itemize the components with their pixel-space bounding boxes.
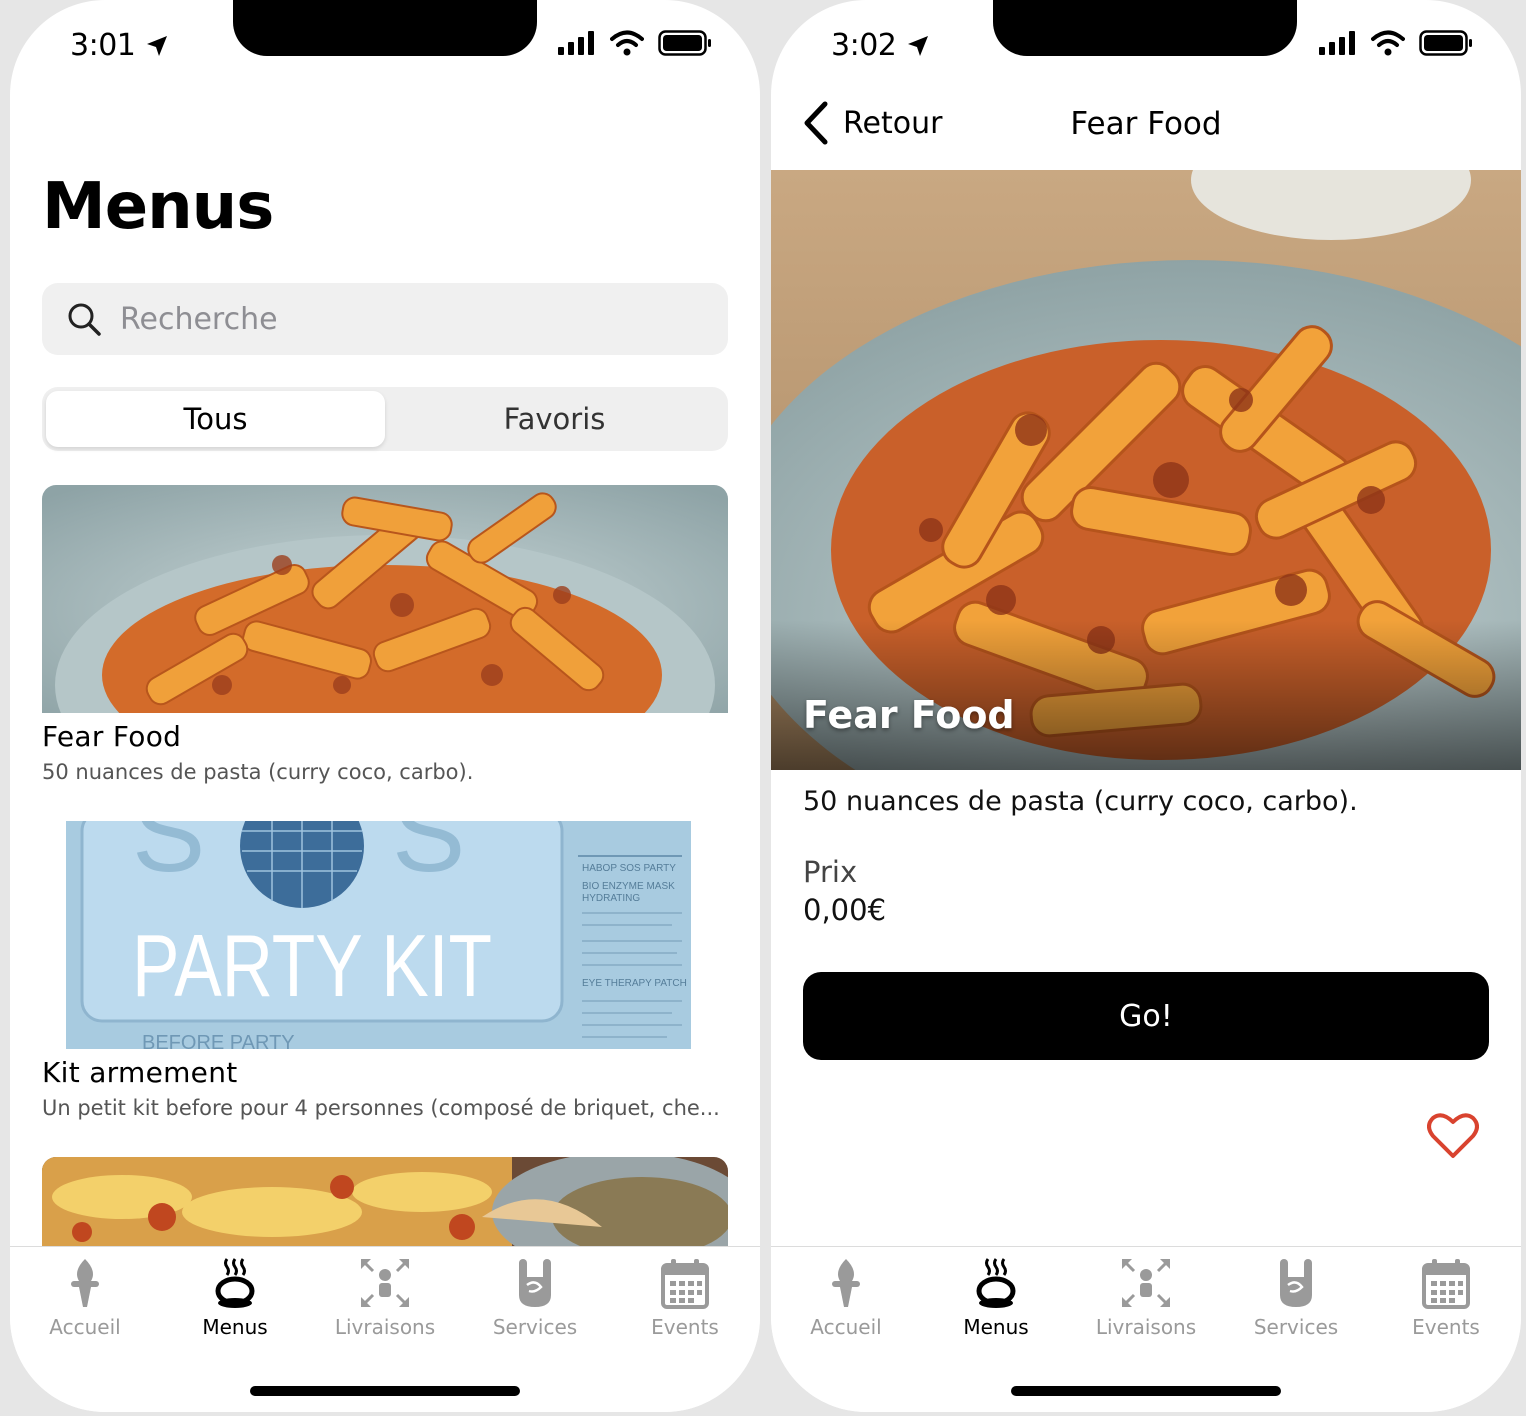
hero-title: Fear Food bbox=[803, 693, 1015, 737]
menu-item-description: 50 nuances de pasta (curry coco, carbo). bbox=[42, 760, 474, 784]
price-label: Prix bbox=[803, 855, 858, 889]
status-time-text: 3:02 bbox=[831, 28, 897, 63]
svg-text:S: S bbox=[392, 821, 465, 895]
phone-screen-menus: 3:01 Menus Recherche Tous Favoris Fear F… bbox=[10, 0, 760, 1412]
wifi-icon bbox=[1371, 30, 1405, 56]
side-line-text: HABOP SOS PARTY bbox=[582, 863, 676, 874]
tab-services[interactable]: Services bbox=[460, 1257, 610, 1339]
tab-livraisons[interactable]: Livraisons bbox=[310, 1257, 460, 1339]
side-line-text: HYDRATING bbox=[582, 893, 640, 904]
tab-label: Events bbox=[651, 1315, 719, 1339]
party-kit-text: PARTY KIT bbox=[132, 916, 492, 1015]
tab-label: Accueil bbox=[49, 1315, 121, 1339]
segment-favorites[interactable]: Favoris bbox=[385, 391, 724, 447]
menu-item-description: Un petit kit before pour 4 personnes (co… bbox=[42, 1096, 720, 1120]
calendar-icon bbox=[661, 1259, 709, 1309]
location-arrow-icon bbox=[908, 35, 929, 56]
menu-item-title[interactable]: Fear Food bbox=[42, 720, 181, 753]
wifi-icon bbox=[610, 30, 644, 56]
search-input[interactable]: Recherche bbox=[42, 283, 728, 355]
status-icons bbox=[558, 30, 712, 56]
signal-icon bbox=[558, 31, 594, 55]
nav-title: Fear Food bbox=[1070, 106, 1222, 142]
menu-item-image-pizza[interactable] bbox=[42, 1157, 728, 1247]
status-time-text: 3:01 bbox=[70, 28, 136, 63]
segment-all[interactable]: Tous bbox=[46, 391, 385, 447]
tab-label: Livraisons bbox=[334, 1315, 436, 1339]
tab-services[interactable]: Services bbox=[1221, 1257, 1371, 1339]
price-value: 0,00€ bbox=[803, 893, 887, 927]
search-icon bbox=[68, 303, 101, 336]
favorite-button[interactable] bbox=[1427, 1112, 1479, 1164]
segmented-control: Tous Favoris bbox=[42, 387, 728, 451]
status-bar-time: 3:01 bbox=[70, 28, 169, 63]
notch bbox=[993, 0, 1297, 56]
battery-icon bbox=[658, 30, 711, 56]
tab-label: Menus bbox=[963, 1315, 1029, 1339]
battery-icon bbox=[1419, 30, 1472, 56]
menu-item-title[interactable]: Kit armement bbox=[42, 1056, 238, 1089]
tab-label: Accueil bbox=[810, 1315, 882, 1339]
hot-pot-icon bbox=[215, 1258, 255, 1308]
hot-pot-icon bbox=[976, 1258, 1016, 1308]
torch-icon bbox=[71, 1259, 99, 1307]
tab-accueil[interactable]: Accueil bbox=[10, 1257, 160, 1339]
status-icons bbox=[1319, 30, 1473, 56]
item-description: 50 nuances de pasta (curry coco, carbo). bbox=[803, 786, 1358, 817]
tab-livraisons[interactable]: Livraisons bbox=[1071, 1257, 1221, 1339]
heart-icon bbox=[1427, 1113, 1479, 1158]
people-arrows-icon bbox=[1122, 1259, 1170, 1307]
people-arrows-icon bbox=[361, 1259, 409, 1307]
go-button[interactable]: Go! bbox=[803, 972, 1489, 1060]
side-line-text: EYE THERAPY PATCH bbox=[582, 978, 687, 989]
tab-label: Livraisons bbox=[1095, 1315, 1197, 1339]
before-party-text: BEFORE PARTY bbox=[142, 1032, 295, 1049]
phone-screen-detail: 3:02 Retour Fear Food Fear Food 50 nuanc… bbox=[771, 0, 1521, 1412]
search-placeholder: Recherche bbox=[120, 301, 278, 337]
tab-events[interactable]: Events bbox=[1371, 1257, 1521, 1339]
tab-menus[interactable]: Menus bbox=[921, 1257, 1071, 1339]
home-indicator bbox=[250, 1386, 520, 1396]
tab-accueil[interactable]: Accueil bbox=[771, 1257, 921, 1339]
rock-hand-icon bbox=[1280, 1259, 1312, 1307]
tab-events[interactable]: Events bbox=[610, 1257, 760, 1339]
torch-icon bbox=[832, 1259, 860, 1307]
status-bar-time: 3:02 bbox=[831, 28, 930, 63]
tab-label: Services bbox=[492, 1315, 578, 1339]
location-arrow-icon bbox=[147, 35, 168, 56]
rock-hand-icon bbox=[519, 1259, 551, 1307]
home-indicator bbox=[1011, 1386, 1281, 1396]
notch bbox=[233, 0, 537, 56]
tab-label: Events bbox=[1412, 1315, 1480, 1339]
tab-label: Services bbox=[1253, 1315, 1339, 1339]
calendar-icon bbox=[1422, 1259, 1470, 1309]
tab-menus[interactable]: Menus bbox=[160, 1257, 310, 1339]
svg-text:S: S bbox=[132, 821, 205, 895]
menu-item-image-fear-food[interactable] bbox=[42, 485, 728, 713]
tab-label: Menus bbox=[202, 1315, 268, 1339]
page-title: Menus bbox=[42, 170, 274, 244]
menu-item-image-kit-armement[interactable]: S S PARTY KIT BEFORE PARTY HABOP SOS PAR… bbox=[42, 821, 728, 1049]
signal-icon bbox=[1319, 31, 1355, 55]
hero-image bbox=[771, 170, 1521, 770]
side-line-text: BIO ENZYME MASK bbox=[582, 881, 675, 892]
